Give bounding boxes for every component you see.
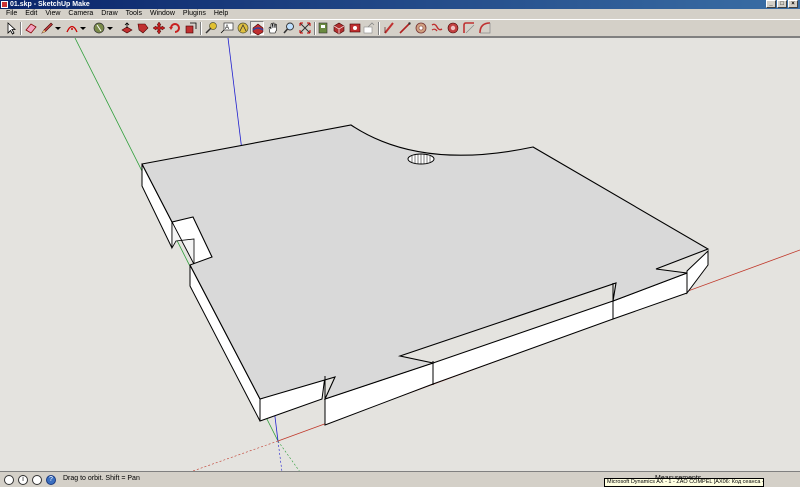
fillet-icon — [463, 22, 475, 34]
share-icon — [363, 22, 375, 34]
menu-view[interactable]: View — [41, 9, 64, 19]
text-icon: A — [220, 22, 234, 34]
curve-tool-button[interactable] — [478, 21, 492, 35]
components-icon — [333, 22, 345, 35]
rotate-tool-button[interactable] — [168, 21, 182, 35]
tape-measure-tool-button[interactable] — [204, 21, 218, 35]
close-button[interactable]: × — [788, 0, 798, 8]
text-tool-button[interactable]: A — [220, 21, 234, 35]
tape-measure-icon — [205, 22, 217, 34]
extension-warehouse-tool-button[interactable] — [348, 21, 362, 35]
model-canvas[interactable] — [0, 38, 800, 471]
sandbox-icon — [384, 22, 394, 34]
zoom-extents-icon — [299, 22, 311, 34]
credits-icon[interactable] — [32, 475, 42, 485]
arrow-icon — [7, 22, 17, 35]
circle-icon — [431, 23, 443, 32]
dropdown-arrow-icon — [55, 27, 61, 30]
orbit-icon — [252, 23, 264, 36]
fillet-tool-button[interactable] — [462, 21, 476, 35]
move-icon — [152, 21, 166, 35]
menu-help[interactable]: Help — [210, 9, 232, 19]
warehouse-tool-button[interactable] — [316, 21, 330, 35]
red-axis-dotted — [191, 440, 279, 471]
arc-tool-dropdown[interactable] — [79, 21, 87, 35]
dropdown-arrow-icon — [80, 27, 86, 30]
orbit-tool-button[interactable] — [250, 21, 264, 36]
circle-plugin-tool-button[interactable] — [430, 21, 444, 35]
zoom-extents-tool-button[interactable] — [298, 21, 312, 35]
pan-tool-button[interactable] — [266, 21, 280, 35]
round-corner-tool-button[interactable] — [446, 21, 460, 35]
arc-icon — [66, 25, 78, 33]
eraser-icon — [25, 23, 37, 34]
follow-me-tool-button[interactable] — [136, 21, 150, 35]
menu-bar: File Edit View Camera Draw Tools Window … — [0, 9, 800, 19]
menu-draw[interactable]: Draw — [97, 9, 121, 19]
pencil-icon — [41, 22, 53, 34]
help-icon[interactable]: ? — [46, 475, 56, 485]
info-icon[interactable]: i — [18, 475, 28, 485]
window-title: 01.skp - SketchUp Make — [10, 1, 90, 8]
round-corner-icon — [447, 22, 459, 34]
paint-bucket-icon — [93, 22, 105, 34]
push-pull-icon — [121, 22, 133, 34]
toolbar: A — [0, 19, 800, 37]
menu-edit[interactable]: Edit — [21, 9, 41, 19]
scale-icon — [185, 22, 197, 34]
paint-bucket-dropdown[interactable] — [106, 21, 114, 35]
arc-tool-button[interactable] — [65, 21, 79, 35]
status-hint: Drag to orbit. Shift = Pan — [63, 475, 140, 482]
freehand-tool-button[interactable] — [398, 21, 412, 35]
warehouse-icon — [318, 22, 328, 34]
maximize-button[interactable]: □ — [777, 0, 787, 8]
share-model-tool-button[interactable] — [362, 21, 376, 35]
taskbar-tooltip: Microsoft Dynamics AX - 1 - ZAO COMPEL [… — [604, 478, 764, 487]
menu-plugins[interactable]: Plugins — [179, 9, 210, 19]
minimize-button[interactable]: _ — [766, 0, 776, 8]
sandbox-smoove-tool-button[interactable] — [382, 21, 396, 35]
zoom-tool-button[interactable] — [282, 21, 296, 35]
right-end-side-face — [686, 249, 709, 295]
title-bar: 01.skp - SketchUp Make _ □ × — [0, 0, 800, 9]
menu-camera[interactable]: Camera — [64, 9, 97, 19]
follow-me-icon — [137, 23, 149, 34]
axes-icon — [237, 22, 249, 34]
toolbar-separator — [378, 22, 380, 35]
3d-viewport[interactable] — [0, 37, 800, 471]
bezier-icon — [415, 22, 427, 34]
axes-tool-button[interactable] — [236, 21, 250, 35]
curve-icon — [479, 22, 491, 34]
select-tool-button[interactable] — [4, 21, 18, 35]
move-tool-button[interactable] — [152, 21, 166, 35]
svg-text:A: A — [225, 25, 229, 31]
extension-icon — [349, 23, 361, 33]
rotate-icon — [169, 23, 180, 33]
menu-file[interactable]: File — [2, 9, 21, 19]
toolbar-separator — [20, 22, 22, 35]
hand-icon — [268, 22, 277, 34]
line-tool-dropdown[interactable] — [54, 21, 62, 35]
sketchup-window: 01.skp - SketchUp Make _ □ × File Edit V… — [0, 0, 800, 487]
paint-bucket-tool-button[interactable] — [92, 21, 106, 35]
components-tool-button[interactable] — [332, 21, 346, 35]
push-pull-tool-button[interactable] — [120, 21, 134, 35]
line-tool-button[interactable] — [40, 21, 54, 35]
freehand-icon — [399, 22, 411, 34]
eraser-tool-button[interactable] — [24, 21, 38, 35]
menu-tools[interactable]: Tools — [122, 9, 146, 19]
dropdown-arrow-icon — [107, 27, 113, 30]
sketchup-app-icon — [1, 1, 8, 8]
toolbar-separator — [200, 22, 202, 35]
scale-tool-button[interactable] — [184, 21, 198, 35]
magnifier-icon — [283, 22, 294, 34]
geo-location-icon[interactable] — [4, 475, 14, 485]
menu-window[interactable]: Window — [146, 9, 179, 19]
bezier-tool-button[interactable] — [414, 21, 428, 35]
